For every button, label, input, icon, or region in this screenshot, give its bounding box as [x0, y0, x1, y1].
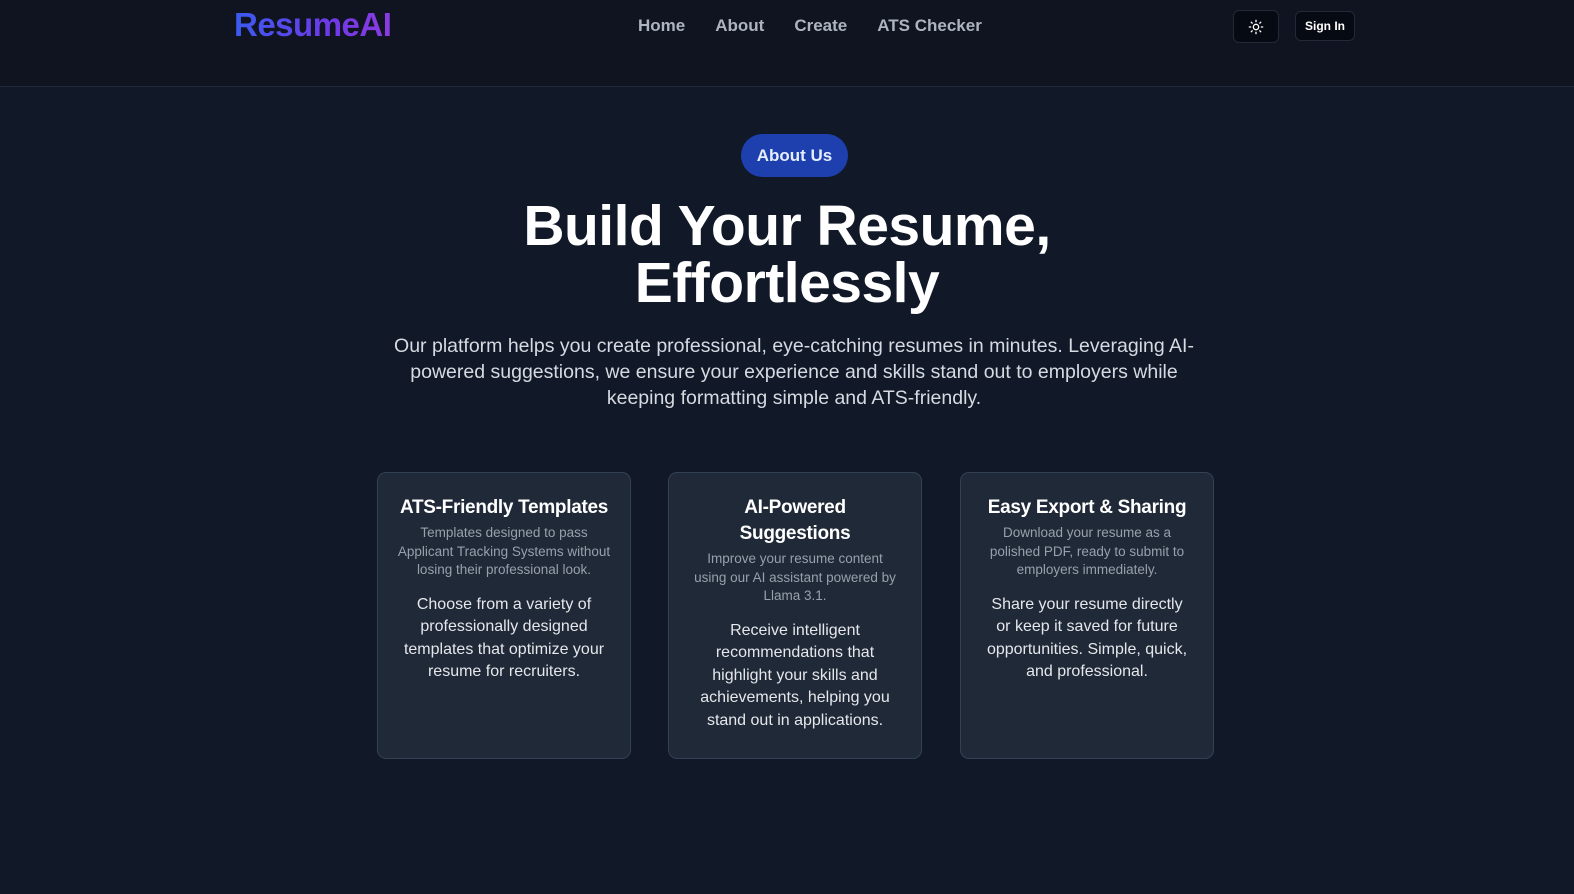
- feature-card-subtitle: Improve your resume content using our AI…: [694, 551, 896, 603]
- feature-card-title: AI-Powered Suggestions: [739, 497, 851, 544]
- feature-card-body: Choose from a variety of professionally …: [403, 595, 605, 681]
- feature-card-body: Receive intelligent recommendations that…: [700, 621, 890, 729]
- nav-about-link[interactable]: About: [715, 15, 764, 37]
- site-header: ResumeAI Home About Create ATS Checker S…: [0, 0, 1574, 87]
- hero-title-line2: Effortlessly: [634, 251, 940, 315]
- logo[interactable]: ResumeAI: [234, 6, 392, 44]
- nav-home-link[interactable]: Home: [638, 15, 685, 37]
- feature-card-title: ATS-Friendly Templates: [399, 497, 609, 518]
- about-us-badge: About Us: [741, 134, 848, 177]
- hero-title: Build Your Resume, Effortlessly: [387, 198, 1187, 312]
- feature-card-subtitle: Download your resume as a polished PDF, …: [989, 525, 1185, 577]
- feature-card-subtitle: Templates designed to pass Applicant Tra…: [397, 525, 611, 577]
- feature-card-ai-suggestions: AI-Powered Suggestions Improve your resu…: [668, 472, 922, 759]
- nav-create-link[interactable]: Create: [794, 15, 847, 37]
- feature-card-export-sharing: Easy Export & Sharing Download your resu…: [960, 472, 1214, 759]
- hero-description: Our platform helps you create profession…: [394, 335, 1194, 409]
- theme-toggle-button[interactable]: [1233, 10, 1279, 43]
- sun-icon: [1248, 19, 1264, 34]
- feature-card-ats-templates: ATS-Friendly Templates Templates designe…: [377, 472, 631, 759]
- sign-in-button[interactable]: Sign In: [1295, 11, 1355, 41]
- hero-title-line1: Build Your Resume,: [523, 194, 1051, 258]
- main-nav: Home About Create ATS Checker: [638, 15, 982, 37]
- nav-ats-checker-link[interactable]: ATS Checker: [877, 15, 982, 37]
- feature-card-body: Share your resume directly or keep it sa…: [986, 595, 1188, 681]
- feature-card-title: Easy Export & Sharing: [987, 497, 1187, 518]
